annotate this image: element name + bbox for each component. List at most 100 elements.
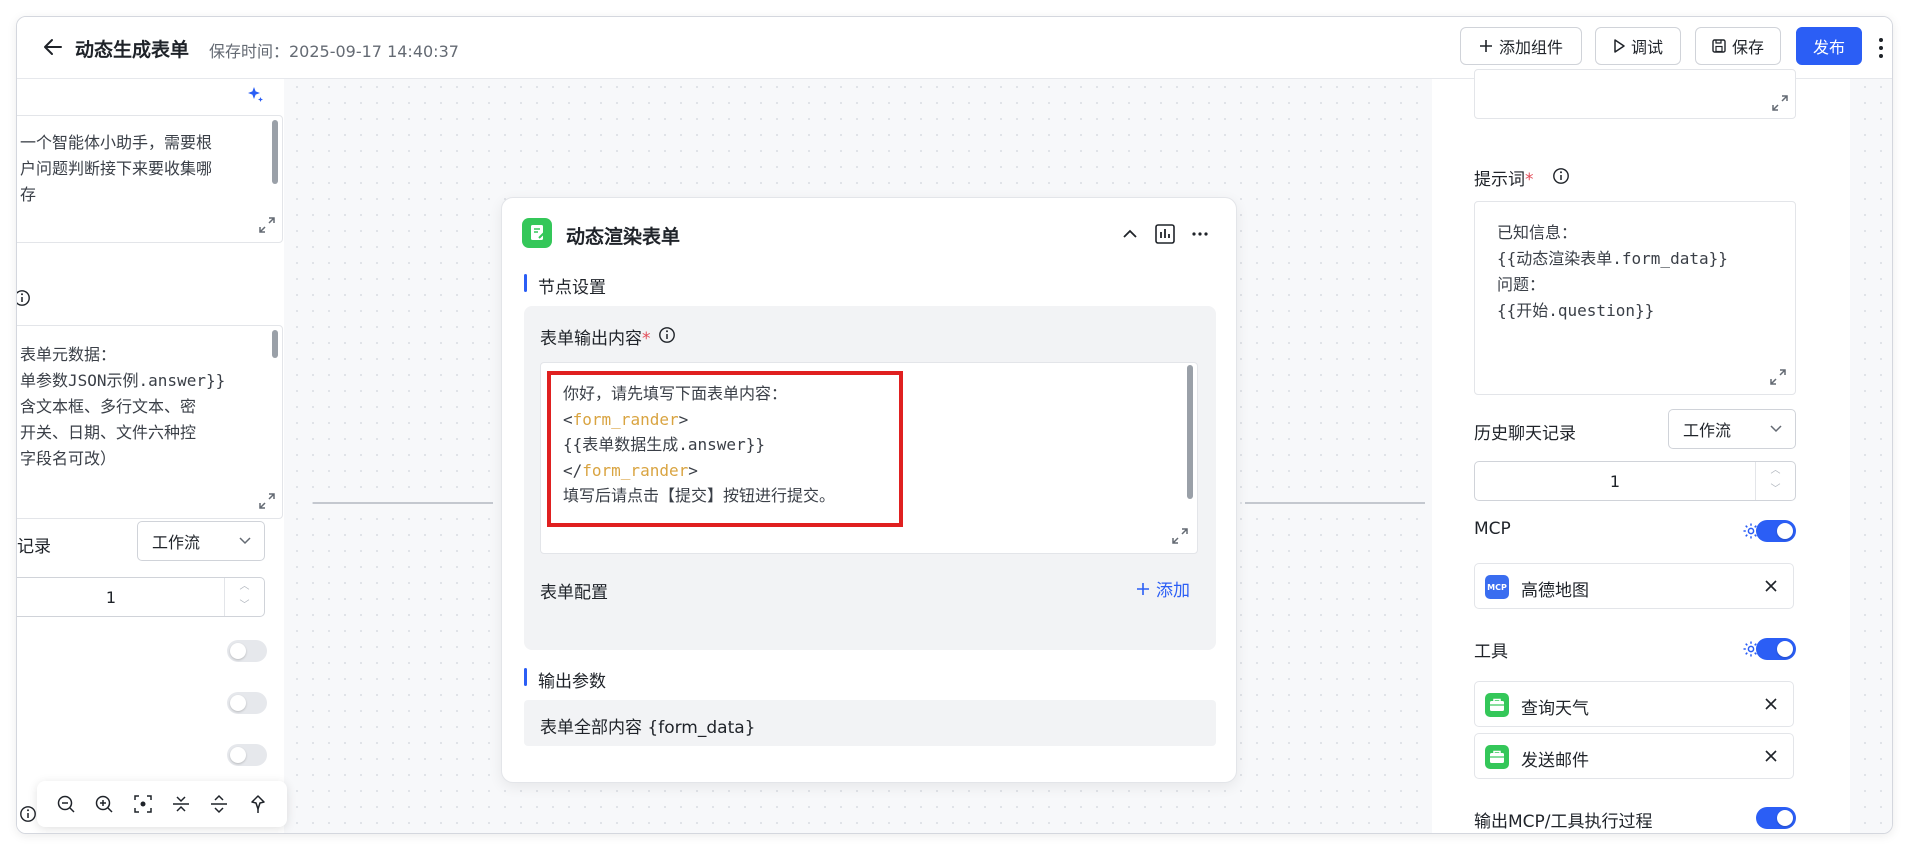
prompt-editor[interactable]: 已知信息： {{动态渲染表单.form_data}} 问题： {{开始.ques… xyxy=(1474,201,1796,395)
info-icon[interactable] xyxy=(1552,167,1570,185)
toolbox-icon xyxy=(1485,693,1509,717)
toggle-switch[interactable] xyxy=(227,640,267,662)
history-label: 记录 xyxy=(17,537,51,557)
save-button[interactable]: 保存 xyxy=(1695,27,1781,65)
scrollbar[interactable] xyxy=(272,120,278,184)
output-param-text: 表单全部内容 {form_data} xyxy=(540,718,756,738)
chart-icon[interactable] xyxy=(1154,223,1176,245)
zoom-out-icon[interactable] xyxy=(55,793,77,815)
chat-history-count[interactable]: 1 ︿ ﹀ xyxy=(1474,461,1796,501)
fit-view-icon[interactable] xyxy=(132,793,154,815)
number-stepper[interactable]: ︿ ﹀ xyxy=(224,578,264,616)
canvas-toolbar xyxy=(37,781,287,827)
text-line: 开关、日期、文件六种控 xyxy=(20,423,197,442)
code-line: </form_rander> xyxy=(563,460,698,480)
plus-icon xyxy=(1479,40,1492,52)
required-mark: * xyxy=(642,329,651,349)
number-stepper[interactable]: ︿ ﹀ xyxy=(1755,462,1795,500)
debug-button[interactable]: 调试 xyxy=(1595,27,1681,65)
text-line: {{开始.question}} xyxy=(1497,301,1655,320)
system-prompt-textbox[interactable]: 一个智能体小助手，需要根 户问题判断接下来要收集哪 存 xyxy=(17,115,283,243)
output-process-toggle[interactable] xyxy=(1756,807,1796,829)
history-count-value: 1 xyxy=(105,587,117,607)
info-icon[interactable] xyxy=(658,326,676,344)
code-line: 你好，请先填写下面表单内容： xyxy=(563,384,788,403)
expand-icon[interactable] xyxy=(1171,527,1189,545)
output-param-row: 表单全部内容 {form_data} xyxy=(524,700,1216,746)
expand-all-icon[interactable] xyxy=(208,793,230,815)
text-line: 字段名可改） xyxy=(20,449,117,468)
form-output-editor[interactable]: 你好，请先填写下面表单内容： <form_rander> {{表单数据生成.an… xyxy=(540,362,1198,554)
app-window: 动态生成表单 保存时间：2025-09-17 14:40:37 添加组件 调试 … xyxy=(16,16,1893,834)
info-icon xyxy=(20,806,36,822)
more-menu-icon[interactable] xyxy=(1876,35,1886,61)
zoom-in-icon[interactable] xyxy=(93,793,115,815)
tool-item-name: 发送邮件 xyxy=(1521,751,1589,771)
form-output-lines: 你好，请先填写下面表单内容： <form_rander> {{表单数据生成.an… xyxy=(563,381,835,509)
chevron-down-icon xyxy=(1770,425,1782,433)
section-marker xyxy=(524,274,527,292)
user-prompt-textbox[interactable]: 表单元数据： 单参数JSON示例.answer}} 含文本框、多行文本、密 开关… xyxy=(17,325,283,519)
floppy-icon xyxy=(1712,39,1726,53)
tool-item: 发送邮件 xyxy=(1474,733,1794,779)
chat-history-count-value: 1 xyxy=(1609,471,1621,491)
toggle-switch[interactable] xyxy=(227,744,267,766)
workflow-canvas[interactable]: 一个智能体小助手，需要根 户问题判断接下来要收集哪 存 表单元数据： 单参数JS… xyxy=(17,69,1892,833)
close-icon[interactable] xyxy=(1763,748,1779,764)
toggle-knob xyxy=(1777,523,1793,539)
chevron-down-icon xyxy=(239,537,251,545)
form-output-text: 表单输出内容 xyxy=(540,329,642,349)
prompt-lines: 已知信息： {{动态渲染表单.form_data}} 问题： {{开始.ques… xyxy=(1497,220,1728,324)
ai-sparkle-icon[interactable] xyxy=(245,85,265,105)
section-node-settings: 节点设置 xyxy=(538,278,606,298)
save-time: 保存时间：2025-09-17 14:40:37 xyxy=(209,42,459,61)
left-config-panel: 一个智能体小助手，需要根 户问题判断接下来要收集哪 存 表单元数据： 单参数JS… xyxy=(17,79,284,833)
save-label: 保存 xyxy=(1731,38,1764,57)
expand-icon[interactable] xyxy=(1769,368,1787,386)
node-settings-box: 表单输出内容* 你好，请先填写下面表单内容： <form_rander> {{表… xyxy=(524,306,1216,650)
toggle-switch[interactable] xyxy=(227,692,267,714)
code-line: <form_rander> xyxy=(563,409,689,429)
prompt-text: 提示词 xyxy=(1474,170,1525,190)
text-line: {{动态渲染表单.form_data}} xyxy=(1497,249,1728,268)
close-icon[interactable] xyxy=(1763,578,1779,594)
collapse-all-icon[interactable] xyxy=(170,793,192,815)
tools-toggle[interactable] xyxy=(1756,638,1796,660)
add-form-config-button[interactable]: 添加 xyxy=(1136,576,1190,601)
expand-icon[interactable] xyxy=(258,216,276,234)
add-component-button[interactable]: 添加组件 xyxy=(1460,27,1582,65)
close-icon[interactable] xyxy=(1763,696,1779,712)
more-options-icon[interactable] xyxy=(1190,224,1210,244)
step-down-icon[interactable]: ﹀ xyxy=(225,597,264,616)
text-line: 含文本框、多行文本、密 xyxy=(20,397,197,416)
expand-icon[interactable] xyxy=(1771,94,1789,112)
step-up-icon[interactable]: ︿ xyxy=(225,578,264,597)
section-output-params: 输出参数 xyxy=(538,672,606,692)
publish-button[interactable]: 发布 xyxy=(1796,27,1862,65)
history-source-select[interactable]: 工作流 xyxy=(137,521,265,561)
prev-textbox[interactable] xyxy=(1474,69,1796,119)
play-icon xyxy=(1614,39,1625,53)
publish-label: 发布 xyxy=(1812,38,1845,57)
scrollbar[interactable] xyxy=(1187,365,1193,499)
dynamic-form-node[interactable]: 动态渲染表单 节点设置 表单输出内容* 你好，请先填写下面表单内容： <form… xyxy=(501,197,1237,783)
step-down-icon[interactable]: ﹀ xyxy=(1756,481,1795,500)
scrollbar[interactable] xyxy=(272,330,278,358)
prompt-label: 提示词* xyxy=(1474,165,1534,190)
step-up-icon[interactable]: ︿ xyxy=(1756,462,1795,481)
back-arrow-icon[interactable] xyxy=(41,35,65,59)
mcp-label: MCP xyxy=(1474,519,1511,539)
tool-item-name: 查询天气 xyxy=(1521,699,1589,719)
history-count-input[interactable]: 1 ︿ ﹀ xyxy=(17,577,265,617)
required-mark: * xyxy=(1525,170,1534,190)
auto-layout-icon[interactable] xyxy=(247,793,269,815)
expand-icon[interactable] xyxy=(258,492,276,510)
chat-history-label: 历史聊天记录 xyxy=(1474,424,1576,444)
mcp-toggle[interactable] xyxy=(1756,520,1796,542)
chevron-up-icon[interactable] xyxy=(1120,224,1140,244)
chat-history-select[interactable]: 工作流 xyxy=(1668,409,1796,449)
form-config-label: 表单配置 xyxy=(540,583,608,603)
toggle-knob xyxy=(230,747,246,763)
text-line: 已知信息： xyxy=(1497,223,1578,242)
connection-edge xyxy=(313,502,493,504)
